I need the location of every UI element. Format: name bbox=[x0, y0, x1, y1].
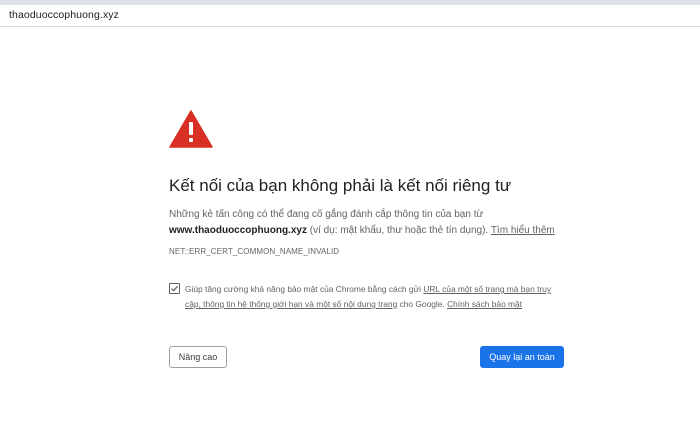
opt-in-text-middle: cho Google. bbox=[399, 299, 445, 309]
address-bar[interactable]: thaoduoccophuong.xyz bbox=[0, 5, 700, 27]
privacy-policy-link[interactable]: Chính sách bảo mật bbox=[447, 299, 522, 309]
site-domain: www.thaoduoccophuong.xyz bbox=[169, 225, 307, 236]
message-text-part2: (ví dụ: mật khẩu, thư hoặc thẻ tín dụng)… bbox=[309, 225, 489, 236]
back-to-safety-button[interactable]: Quay lại an toàn bbox=[480, 346, 564, 368]
page-heading: Kết nối của bạn không phải là kết nối ri… bbox=[169, 176, 512, 195]
main-message: Những kẻ tấn công có thể đang cố gắng đá… bbox=[169, 207, 564, 239]
error-code: NET::ERR_CERT_COMMON_NAME_INVALID bbox=[169, 247, 340, 256]
opt-in-checkbox[interactable] bbox=[169, 283, 180, 294]
url-text[interactable]: thaoduoccophuong.xyz bbox=[9, 9, 119, 21]
checkmark-icon bbox=[171, 285, 179, 292]
advanced-button[interactable]: Nâng cao bbox=[169, 346, 227, 368]
message-text-part1: Những kẻ tấn công có thể đang cố gắng đá… bbox=[169, 209, 484, 220]
warning-triangle-icon bbox=[169, 110, 213, 148]
opt-in-label: Giúp tăng cường khả năng bảo mật của Chr… bbox=[185, 282, 561, 312]
learn-more-link[interactable]: Tìm hiểu thêm bbox=[491, 225, 555, 236]
opt-in-text-before: Giúp tăng cường khả năng bảo mật của Chr… bbox=[185, 284, 421, 294]
